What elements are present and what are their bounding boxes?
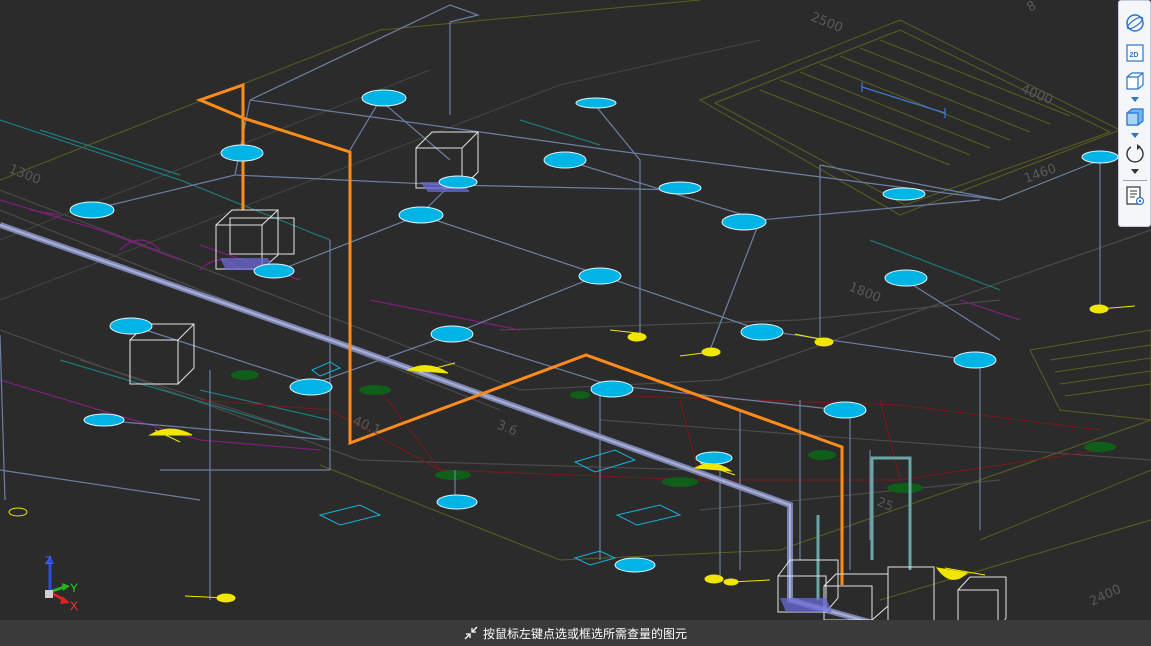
dimension-lines xyxy=(861,82,946,118)
cad-viewport[interactable]: 2500 8 4000 1300 1460 1800 40.1 3.6 2400… xyxy=(0,0,1151,646)
dim-8: 8 xyxy=(1025,0,1040,15)
axis-y-label: Y xyxy=(70,581,78,595)
marker-left xyxy=(8,507,28,517)
axis-triad: Z Y X xyxy=(45,555,78,613)
dim-40-1: 40.1 xyxy=(351,414,383,439)
3d-view-dropdown[interactable] xyxy=(1122,93,1148,105)
status-bar: 按鼠标左键点选或框选所需查量的图元 xyxy=(0,620,1151,646)
svg-text:2D: 2D xyxy=(1129,52,1138,59)
dim-1800: 1800 xyxy=(847,280,883,306)
magenta-walls xyxy=(0,199,1021,451)
equipment-boxes xyxy=(129,131,1007,631)
orbit-button[interactable] xyxy=(1122,141,1148,165)
cube-icon xyxy=(1125,72,1144,90)
axis-x-label: X xyxy=(70,599,78,613)
caret-down-icon xyxy=(1130,168,1139,174)
dim-25: 25 xyxy=(875,495,896,515)
orbit-icon xyxy=(1125,144,1144,163)
toolbar-divider xyxy=(1122,180,1147,181)
sprinkler-heads xyxy=(69,89,1119,573)
properties-button[interactable] xyxy=(1122,184,1148,208)
dim-2500-top: 2500 xyxy=(809,10,845,36)
caret-down-icon xyxy=(1130,132,1139,138)
shrink-icon xyxy=(464,626,478,640)
document-settings-icon xyxy=(1125,186,1144,206)
axis-z-label: Z xyxy=(45,555,52,567)
2d-view-button[interactable]: 2D xyxy=(1122,41,1148,65)
dim-4000: 4000 xyxy=(1019,82,1055,108)
shading-dropdown[interactable] xyxy=(1122,129,1148,141)
status-hint-text: 按鼠标左键点选或框选所需查量的图元 xyxy=(482,626,687,641)
3d-wireframe-button[interactable] xyxy=(1122,69,1148,93)
cube-shaded-icon xyxy=(1125,108,1144,126)
caret-down-icon xyxy=(1130,96,1139,102)
2d-icon: 2D xyxy=(1125,44,1144,62)
dim-3-6: 3.6 xyxy=(495,418,520,440)
3d-shaded-button[interactable] xyxy=(1122,105,1148,129)
main-pipe xyxy=(0,222,881,628)
floor-plan-lines xyxy=(0,0,1151,601)
dim-2400: 2400 xyxy=(1087,582,1123,610)
globe-view-button[interactable] xyxy=(1122,11,1148,35)
red-lines xyxy=(199,389,1101,481)
orbit-dropdown[interactable] xyxy=(1122,165,1148,177)
globe-icon xyxy=(1125,14,1144,32)
view-toolbar: 2D xyxy=(1118,0,1151,227)
